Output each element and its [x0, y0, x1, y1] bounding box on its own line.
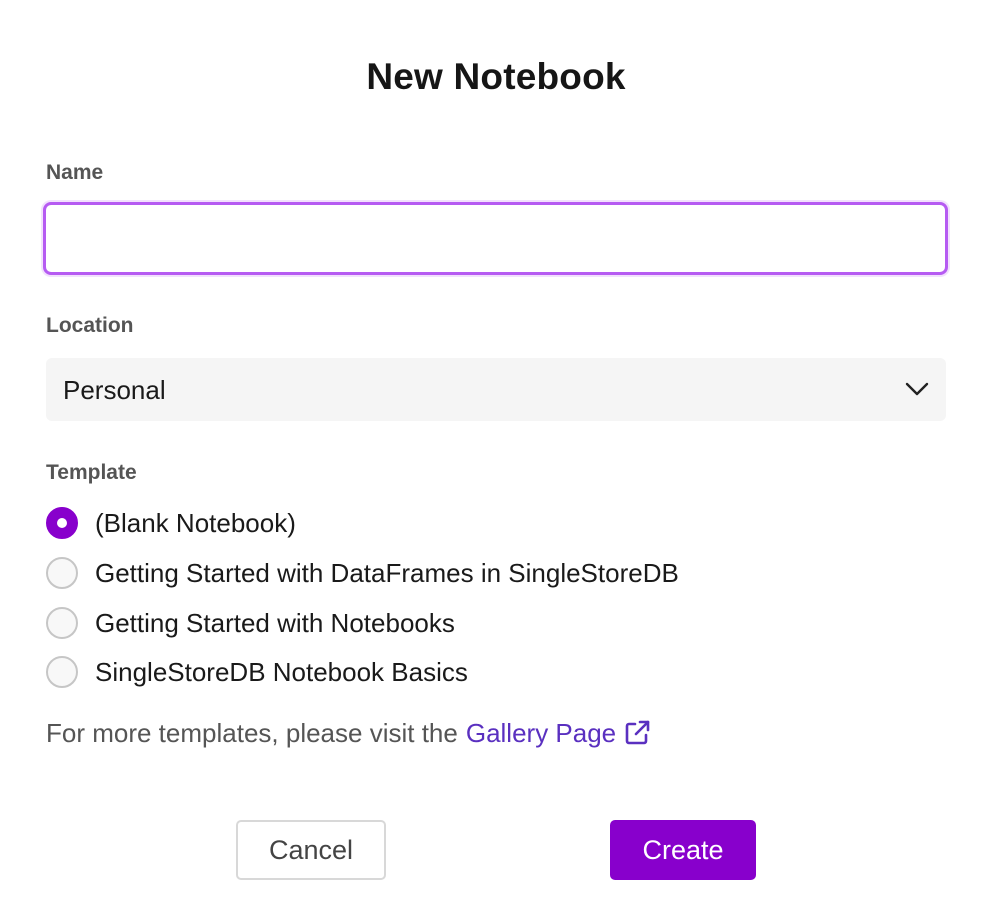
gallery-hint: For more templates, please visit the Gal… [46, 718, 652, 749]
template-option-notebooks[interactable]: Getting Started with Notebooks [46, 605, 455, 641]
cancel-button[interactable]: Cancel [236, 820, 386, 880]
radio-button[interactable] [46, 656, 78, 688]
template-option-label: SingleStoreDB Notebook Basics [95, 656, 468, 687]
gallery-page-link[interactable]: Gallery Page [466, 718, 616, 749]
create-button[interactable]: Create [610, 820, 756, 880]
new-notebook-dialog: New Notebook Name Location Personal Temp… [0, 0, 992, 900]
name-label: Name [46, 161, 104, 184]
radio-button[interactable] [46, 557, 78, 589]
location-label: Location [46, 314, 134, 337]
dialog-title: New Notebook [366, 56, 626, 97]
template-option-label: Getting Started with Notebooks [95, 607, 455, 638]
template-option-label: Getting Started with DataFrames in Singl… [95, 557, 679, 588]
radio-button[interactable] [46, 607, 78, 639]
template-option-label: (Blank Notebook) [95, 507, 296, 538]
template-option-dataframes[interactable]: Getting Started with DataFrames in Singl… [46, 555, 679, 591]
template-option-blank[interactable]: (Blank Notebook) [46, 505, 296, 541]
location-selected-value: Personal [63, 375, 166, 405]
radio-button-checked[interactable] [46, 507, 78, 539]
external-link-icon[interactable] [622, 718, 652, 748]
template-option-basics[interactable]: SingleStoreDB Notebook Basics [46, 654, 468, 690]
location-select[interactable]: Personal [46, 358, 946, 421]
gallery-hint-text: For more templates, please visit the [46, 718, 458, 748]
name-input[interactable] [43, 202, 948, 275]
template-label: Template [46, 461, 137, 484]
chevron-down-icon[interactable] [904, 376, 930, 402]
